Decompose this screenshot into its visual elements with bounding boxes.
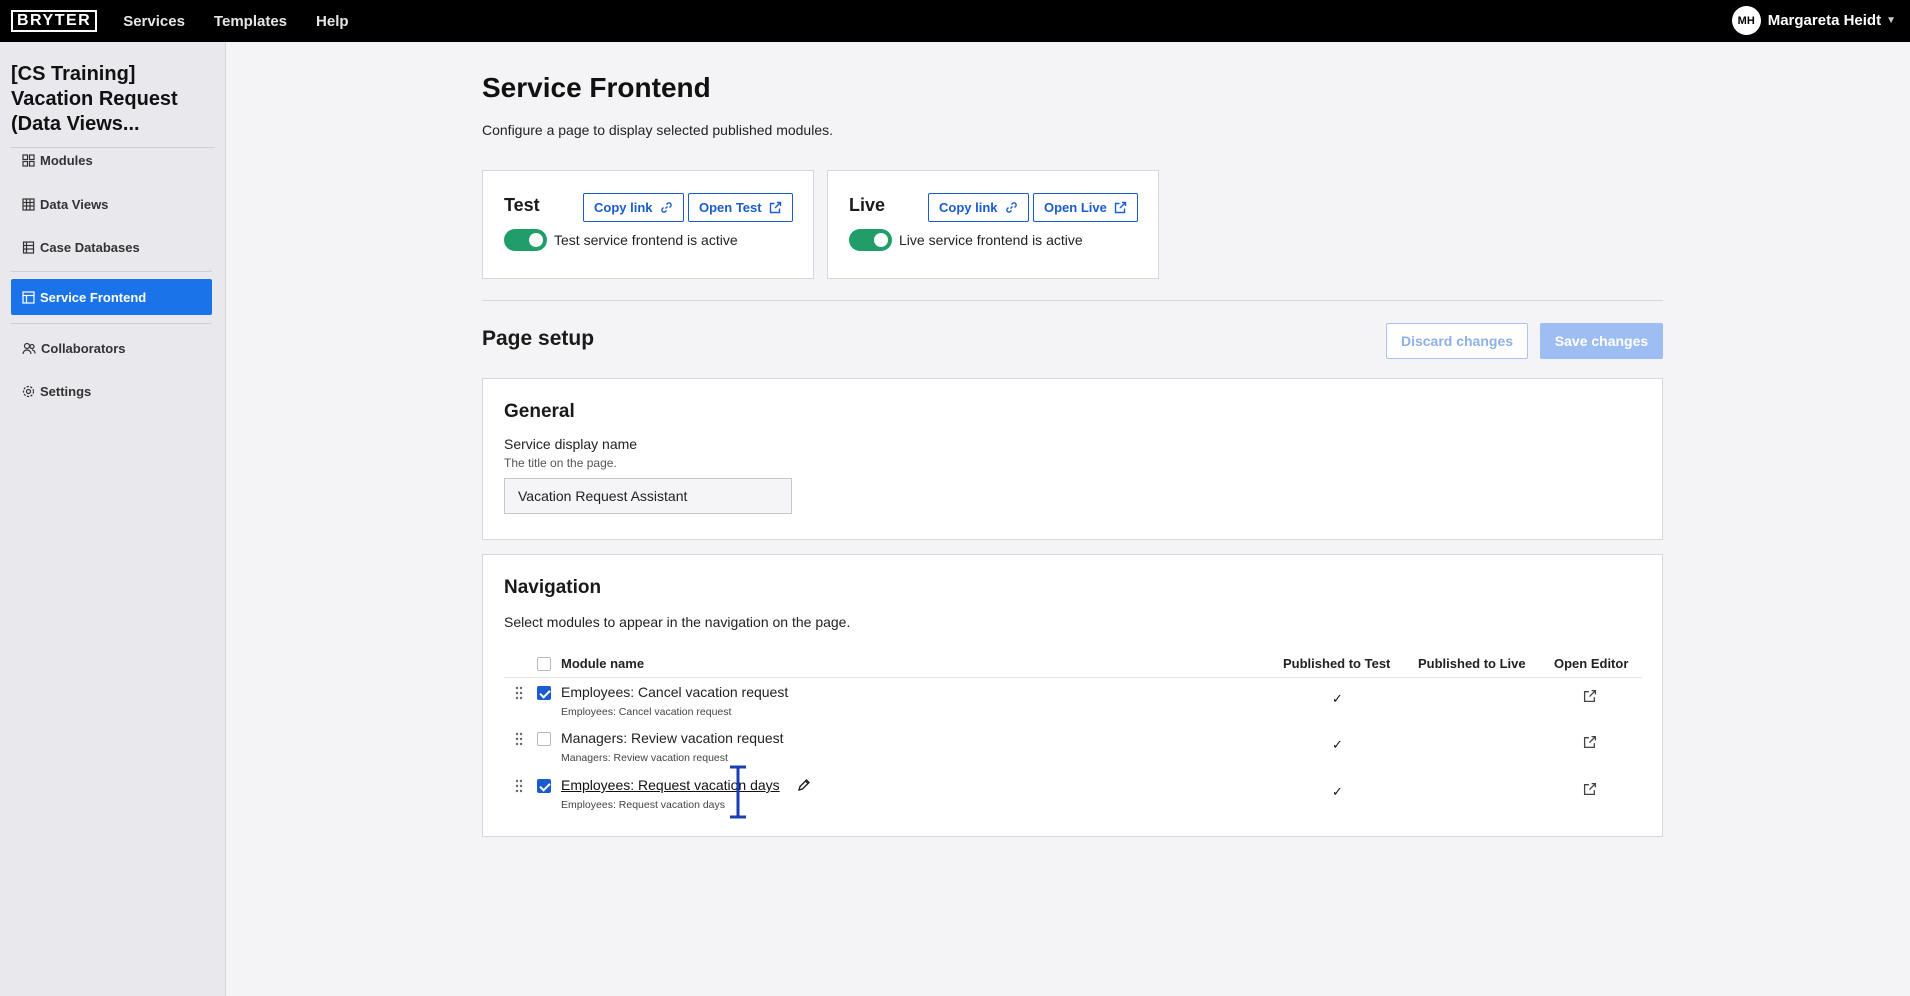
test-active-toggle[interactable]	[504, 229, 547, 251]
top-nav: Services Templates Help	[123, 13, 377, 30]
module-checkbox-request[interactable]	[537, 779, 551, 793]
layout-icon	[22, 290, 35, 304]
display-name-label: Service display name	[504, 436, 638, 452]
user-name[interactable]: Margareta Heidt	[1768, 12, 1881, 29]
users-icon	[22, 342, 36, 354]
module-subtitle: Employees: Cancel vacation request	[561, 706, 732, 718]
project-title: [CS Training] Vacation Request (Data Vie…	[11, 62, 215, 148]
live-status-label: Live service frontend is active	[899, 232, 1083, 248]
drag-handle-icon[interactable]	[515, 779, 523, 793]
column-open-editor: Open Editor	[1554, 656, 1629, 671]
sidebar-item-label: Settings	[40, 383, 92, 399]
open-editor-icon[interactable]	[1583, 782, 1597, 796]
top-bar: BRYTER Services Templates Help MH Margar…	[0, 0, 1910, 42]
table-icon	[22, 197, 35, 211]
sidebar-item-data-views[interactable]: Data Views	[11, 186, 212, 222]
page-setup-title: Page setup	[482, 327, 595, 350]
sidebar-item-label: Collaborators	[41, 340, 126, 356]
module-checkbox-cancel[interactable]	[537, 686, 551, 700]
live-environment-card: Live Copy link Open Live Live service fr…	[827, 170, 1159, 279]
sidebar-item-label: Service Frontend	[40, 289, 147, 305]
sidebar-item-collaborators[interactable]: Collaborators	[11, 330, 212, 366]
nav-templates[interactable]: Templates	[214, 13, 287, 30]
navigation-card: Navigation Select modules to appear in t…	[482, 554, 1663, 837]
sidebar-divider	[11, 323, 212, 324]
open-editor-icon[interactable]	[1583, 689, 1597, 703]
main-content: Service Frontend Configure a page to dis…	[227, 42, 1910, 996]
open-test-button[interactable]: Open Test	[688, 193, 793, 222]
column-module-name[interactable]: Module name	[561, 656, 644, 671]
database-icon	[22, 240, 35, 254]
pencil-icon[interactable]	[797, 778, 811, 792]
page-title: Service Frontend	[482, 72, 711, 103]
drag-handle-icon[interactable]	[515, 732, 523, 746]
service-display-name-input[interactable]	[504, 478, 792, 514]
page-description: Configure a page to display selected pub…	[482, 122, 834, 138]
sidebar-item-service-frontend[interactable]: Service Frontend	[11, 279, 212, 315]
divider	[482, 300, 1663, 301]
button-label: Open Test	[699, 200, 762, 215]
test-copy-link-button[interactable]: Copy link	[583, 193, 684, 222]
open-editor-icon[interactable]	[1583, 735, 1597, 749]
chevron-down-icon[interactable]: ▼	[1886, 15, 1896, 26]
nav-help[interactable]: Help	[316, 13, 349, 30]
nav-services[interactable]: Services	[123, 13, 185, 30]
column-published-test: Published to Test	[1283, 656, 1391, 671]
drag-handle-icon[interactable]	[515, 686, 523, 700]
button-label: Copy link	[939, 200, 998, 215]
test-status-label: Test service frontend is active	[554, 232, 738, 248]
navigation-description: Select modules to appear in the navigati…	[504, 614, 851, 630]
text-cursor-icon	[730, 765, 746, 819]
sidebar-item-label: Case Databases	[40, 239, 140, 255]
sidebar-item-modules[interactable]: Modules	[11, 142, 212, 178]
grid-icon	[22, 153, 35, 167]
save-changes-button[interactable]: Save changes	[1540, 323, 1663, 359]
button-label: Copy link	[594, 200, 653, 215]
module-name[interactable]: Managers: Review vacation request	[561, 730, 784, 746]
sidebar-item-label: Modules	[40, 152, 93, 168]
sidebar-item-settings[interactable]: Settings	[11, 373, 212, 409]
button-label: Open Live	[1044, 200, 1107, 215]
avatar[interactable]: MH	[1731, 6, 1761, 35]
select-all-checkbox[interactable]	[537, 657, 551, 671]
link-icon	[660, 202, 672, 213]
open-live-button[interactable]: Open Live	[1033, 193, 1138, 222]
discard-changes-button[interactable]: Discard changes	[1386, 323, 1528, 359]
test-environment-card: Test Copy link Open Test Test service fr…	[482, 170, 814, 279]
table-header-divider	[504, 677, 1642, 678]
gear-icon	[22, 385, 35, 397]
check-icon: ✓	[1332, 691, 1343, 706]
module-name[interactable]: Employees: Cancel vacation request	[561, 684, 788, 700]
general-card: General Service display name The title o…	[482, 378, 1663, 540]
external-link-icon	[769, 201, 781, 214]
link-icon	[1005, 202, 1017, 213]
test-env-name: Test	[504, 195, 540, 215]
sidebar-divider	[11, 271, 212, 272]
bryter-logo[interactable]: BRYTER	[11, 10, 98, 32]
column-published-live: Published to Live	[1418, 656, 1526, 671]
module-subtitle: Employees: Request vacation days	[561, 799, 726, 811]
check-icon: ✓	[1332, 784, 1343, 799]
general-title: General	[504, 401, 575, 422]
user-menu[interactable]: MH Margareta Heidt ▼	[1731, 6, 1896, 35]
module-checkbox-review[interactable]	[537, 732, 551, 746]
live-copy-link-button[interactable]: Copy link	[928, 193, 1029, 222]
navigation-title: Navigation	[504, 577, 602, 598]
module-subtitle: Managers: Review vacation request	[561, 752, 728, 764]
display-name-help: The title on the page.	[504, 456, 617, 470]
external-link-icon	[1114, 201, 1127, 214]
sidebar-item-case-databases[interactable]: Case Databases	[11, 229, 212, 265]
live-env-name: Live	[849, 195, 886, 215]
sidebar: [CS Training] Vacation Request (Data Vie…	[0, 42, 226, 996]
sidebar-item-label: Data Views	[40, 196, 109, 212]
check-icon: ✓	[1332, 737, 1343, 752]
live-active-toggle[interactable]	[849, 229, 892, 251]
